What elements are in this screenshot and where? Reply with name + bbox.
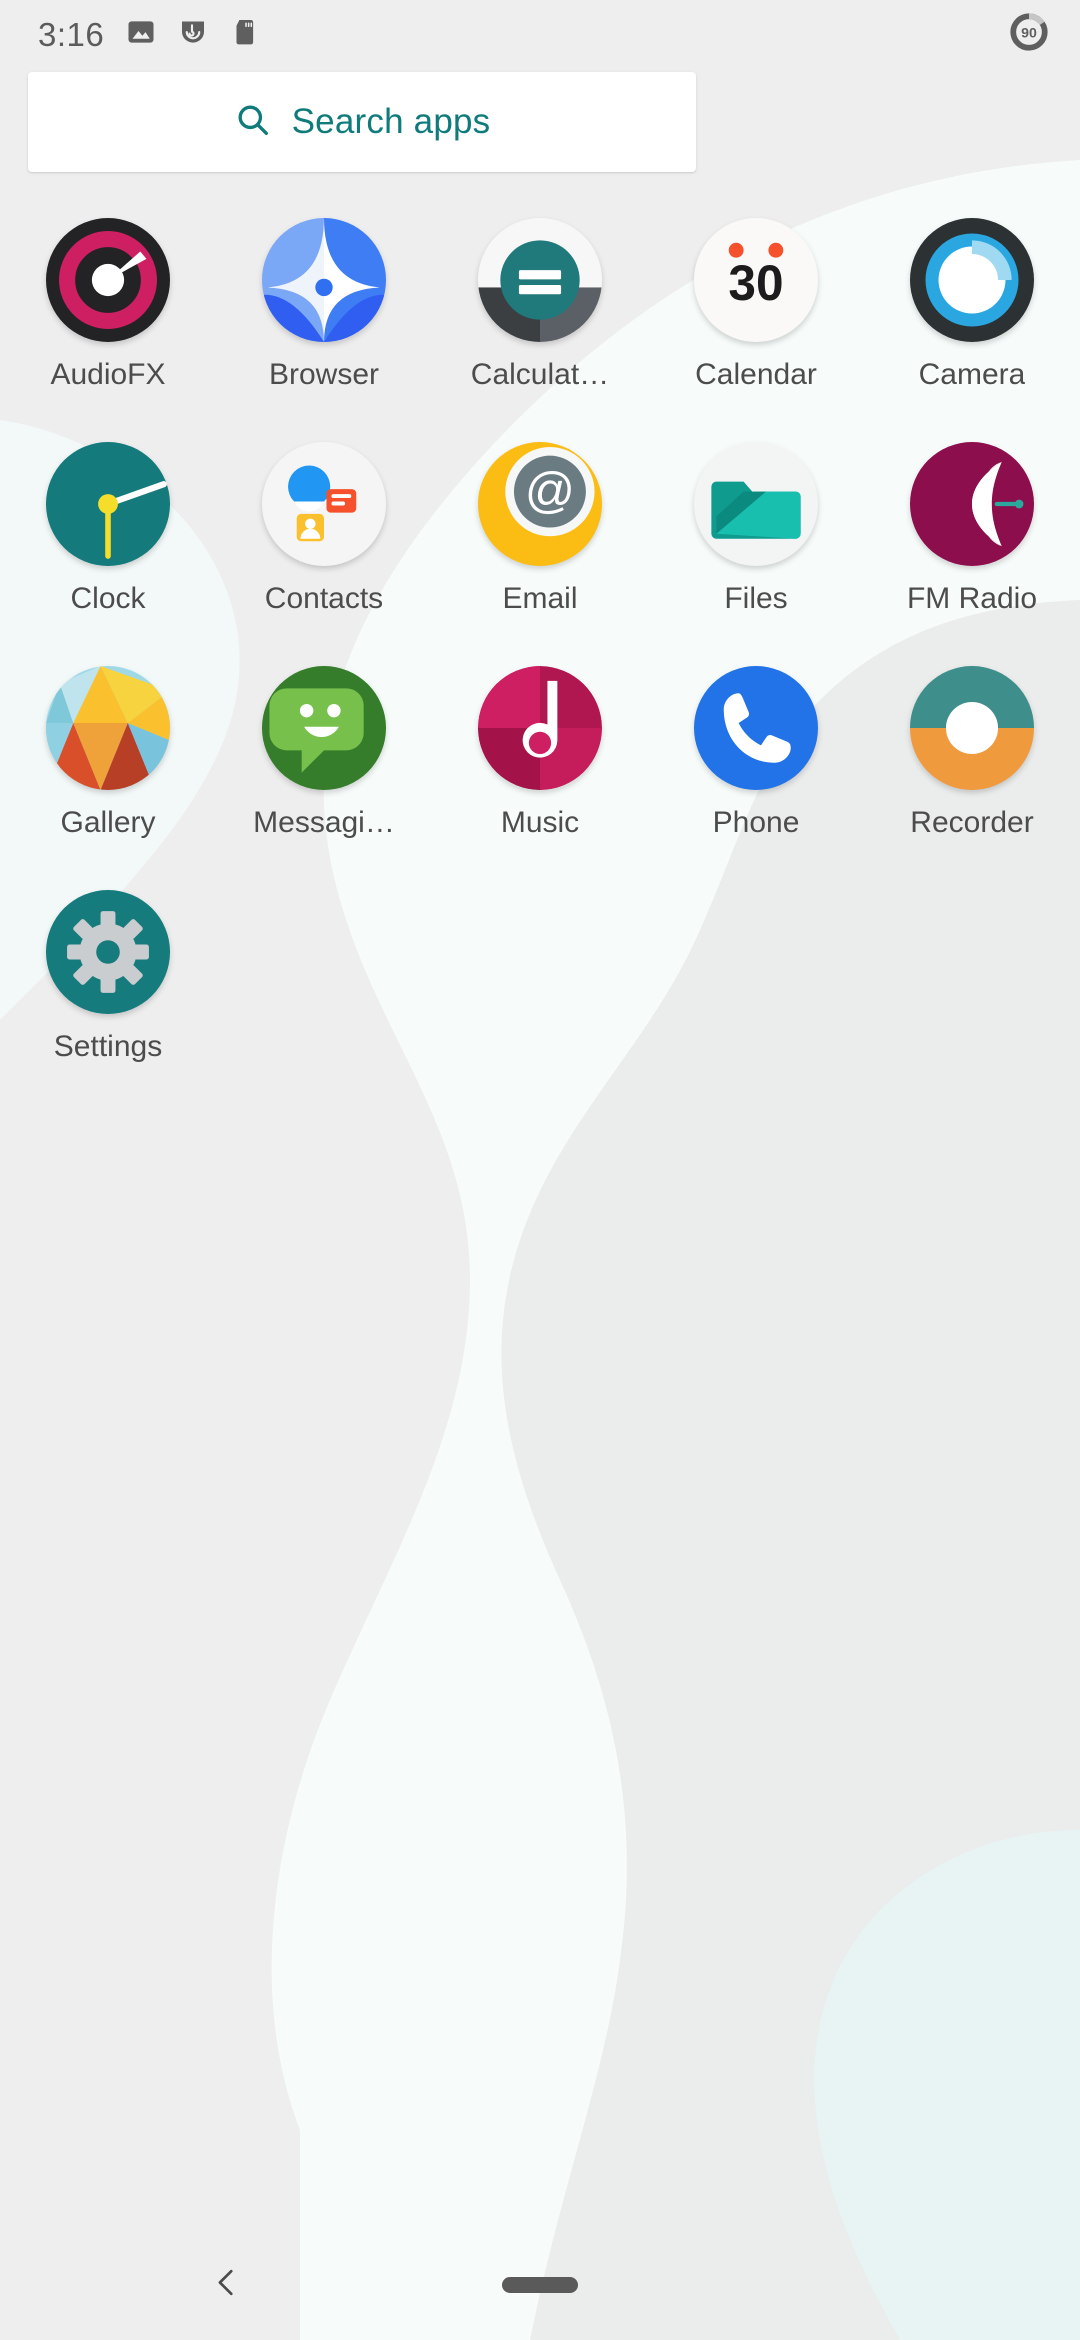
app-item-music[interactable]: Music — [432, 644, 648, 868]
camera-icon[interactable] — [910, 218, 1034, 342]
app-label: Email — [502, 582, 578, 615]
app-label: Contacts — [264, 582, 384, 615]
app-label: Clock — [70, 582, 146, 615]
status-bar-right: 90 — [1008, 11, 1050, 58]
gallery-icon[interactable] — [46, 666, 170, 790]
email-icon[interactable]: @ — [478, 442, 602, 566]
app-label: Camera — [918, 358, 1026, 391]
app-item-calculator[interactable]: Calculat… — [432, 196, 648, 420]
app-item-calendar[interactable]: 30 Calendar — [648, 196, 864, 420]
app-label: Gallery — [60, 806, 156, 839]
app-item-fm-radio[interactable]: FM Radio — [864, 420, 1080, 644]
app-label: Calendar — [695, 358, 817, 391]
app-item-camera[interactable]: Camera — [864, 196, 1080, 420]
files-icon[interactable] — [694, 442, 818, 566]
sd-card-icon — [230, 17, 260, 52]
music-icon[interactable] — [478, 666, 602, 790]
app-item-browser[interactable]: Browser — [216, 196, 432, 420]
app-item-contacts[interactable]: Contacts — [216, 420, 432, 644]
app-item-gallery[interactable]: Gallery — [0, 644, 216, 868]
status-icon-group — [126, 17, 260, 52]
app-label: Messagi… — [253, 806, 395, 839]
calculator-icon[interactable] — [478, 218, 602, 342]
app-item-audiofx[interactable]: AudioFX — [0, 196, 216, 420]
app-item-phone[interactable]: Phone — [648, 644, 864, 868]
app-label: Calculat… — [470, 358, 610, 391]
audiofx-icon[interactable] — [46, 218, 170, 342]
email-at-glyph: @ — [525, 463, 575, 519]
fm-radio-icon[interactable] — [910, 442, 1034, 566]
back-chevron-icon[interactable] — [210, 2266, 244, 2305]
app-item-email[interactable]: @ Email — [432, 420, 648, 644]
app-label: AudioFX — [50, 358, 166, 391]
browser-icon[interactable] — [262, 218, 386, 342]
app-item-settings[interactable]: Settings — [0, 868, 216, 1092]
recorder-icon[interactable] — [910, 666, 1034, 790]
image-icon — [126, 17, 156, 52]
adblock-icon — [178, 17, 208, 52]
settings-icon[interactable] — [46, 890, 170, 1014]
search-icon — [234, 101, 272, 144]
home-pill[interactable] — [502, 2277, 578, 2293]
battery-icon: 90 — [1008, 11, 1050, 58]
battery-percent-text: 90 — [1021, 25, 1037, 41]
app-label: Files — [724, 582, 788, 615]
messaging-icon[interactable] — [262, 666, 386, 790]
status-bar: 3:16 90 — [0, 0, 1080, 68]
app-label: Music — [500, 806, 580, 839]
clock-icon[interactable] — [46, 442, 170, 566]
app-label: Settings — [53, 1030, 163, 1063]
app-label: Browser — [268, 358, 380, 391]
app-item-messaging[interactable]: Messagi… — [216, 644, 432, 868]
app-item-recorder[interactable]: Recorder — [864, 644, 1080, 868]
app-label: FM Radio — [906, 582, 1038, 615]
calendar-icon[interactable]: 30 — [694, 218, 818, 342]
status-clock: 3:16 — [38, 15, 105, 53]
search-bar[interactable]: Search apps — [28, 72, 696, 172]
app-label: Phone — [712, 806, 800, 839]
contacts-icon[interactable] — [262, 442, 386, 566]
navigation-bar — [0, 2230, 1080, 2340]
app-label: Recorder — [910, 806, 1034, 839]
app-grid: AudioFX Browser Calculat… 30 Calendar Ca… — [0, 196, 1080, 1092]
search-input[interactable]: Search apps — [292, 102, 491, 142]
app-item-clock[interactable]: Clock — [0, 420, 216, 644]
phone-icon[interactable] — [694, 666, 818, 790]
calendar-day-text: 30 — [728, 255, 783, 311]
app-item-files[interactable]: Files — [648, 420, 864, 644]
